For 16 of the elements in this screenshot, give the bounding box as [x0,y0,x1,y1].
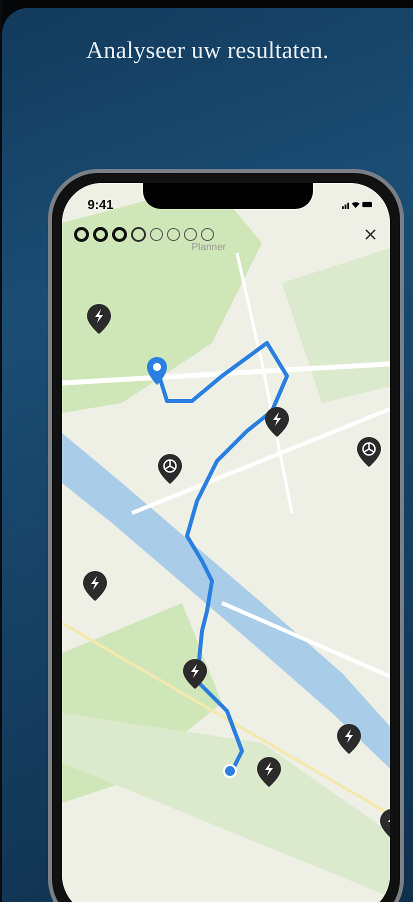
headline: Analyseer uw resultaten. [86,38,329,65]
signal-wifi-battery-icon [342,200,372,209]
route-end-icon [222,764,236,778]
lightning-pin-icon[interactable] [256,757,280,787]
lightning-pin-icon[interactable] [182,659,206,689]
status-time: 9:41 [88,197,114,212]
lightning-pin-icon[interactable] [86,304,110,334]
lightning-pin-icon[interactable] [380,809,390,839]
lightning-pin-icon[interactable] [82,571,106,601]
screen-label: Planner [192,242,226,253]
lightning-pin-icon[interactable] [336,724,360,754]
star-pin-icon[interactable] [158,454,182,484]
lightning-pin-icon[interactable] [264,407,288,437]
close-icon[interactable] [364,229,376,240]
star-pin-icon[interactable] [356,437,380,467]
location-pin-icon [146,357,166,385]
